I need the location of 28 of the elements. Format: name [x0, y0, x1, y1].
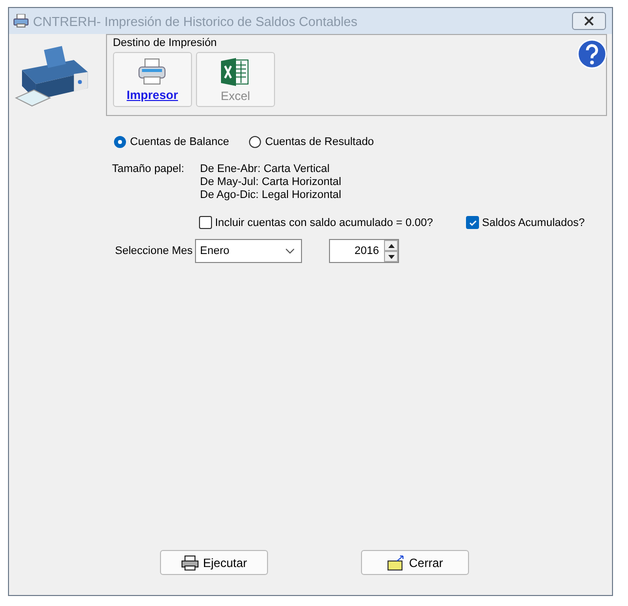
spreadsheet-icon [220, 56, 250, 86]
paper-size-note: De Ene-Abr: Carta Vertical [200, 163, 331, 175]
close-button[interactable]: Cerrar [361, 550, 469, 575]
panel-title: Destino de Impresión [112, 37, 218, 49]
checkbox[interactable]: Incluir cuentas con saldo acumulado = 0.00? [199, 216, 434, 229]
printer-icon [180, 554, 199, 570]
radio-button[interactable]: Cuentas de Balance [114, 136, 230, 148]
radio-button[interactable]: Cuentas de Resultado [249, 136, 374, 148]
printer-button[interactable]: Impresor [112, 52, 192, 107]
execute-button[interactable]: Ejecutar [160, 550, 268, 575]
check-icon [468, 218, 478, 228]
up-arrow-icon[interactable] [388, 244, 394, 248]
window-title: CNTRERH- Impresión de Historico de Saldos Contables [33, 14, 358, 28]
year-spinner[interactable]: 2016 [329, 239, 399, 263]
paper-size-label: Tamaño papel: [112, 163, 186, 177]
paper-size-note: De Ago-Dic: Legal Horizontal [200, 189, 342, 201]
close-icon [584, 16, 594, 26]
close-button[interactable] [572, 12, 606, 30]
chevron-down-icon [285, 248, 295, 254]
printer-icon [13, 14, 29, 28]
folder-icon [386, 554, 405, 570]
checkbox[interactable]: Saldos Acumulados? [466, 216, 585, 229]
paper-size-note: De May-Jul: Carta Horizontal [200, 176, 342, 188]
printer-icon [137, 58, 168, 86]
down-arrow-icon[interactable] [388, 254, 394, 258]
month-label: Seleccione Mes [115, 245, 194, 257]
month-dropdown[interactable]: Enero [195, 239, 302, 263]
help-icon[interactable] [577, 39, 607, 69]
